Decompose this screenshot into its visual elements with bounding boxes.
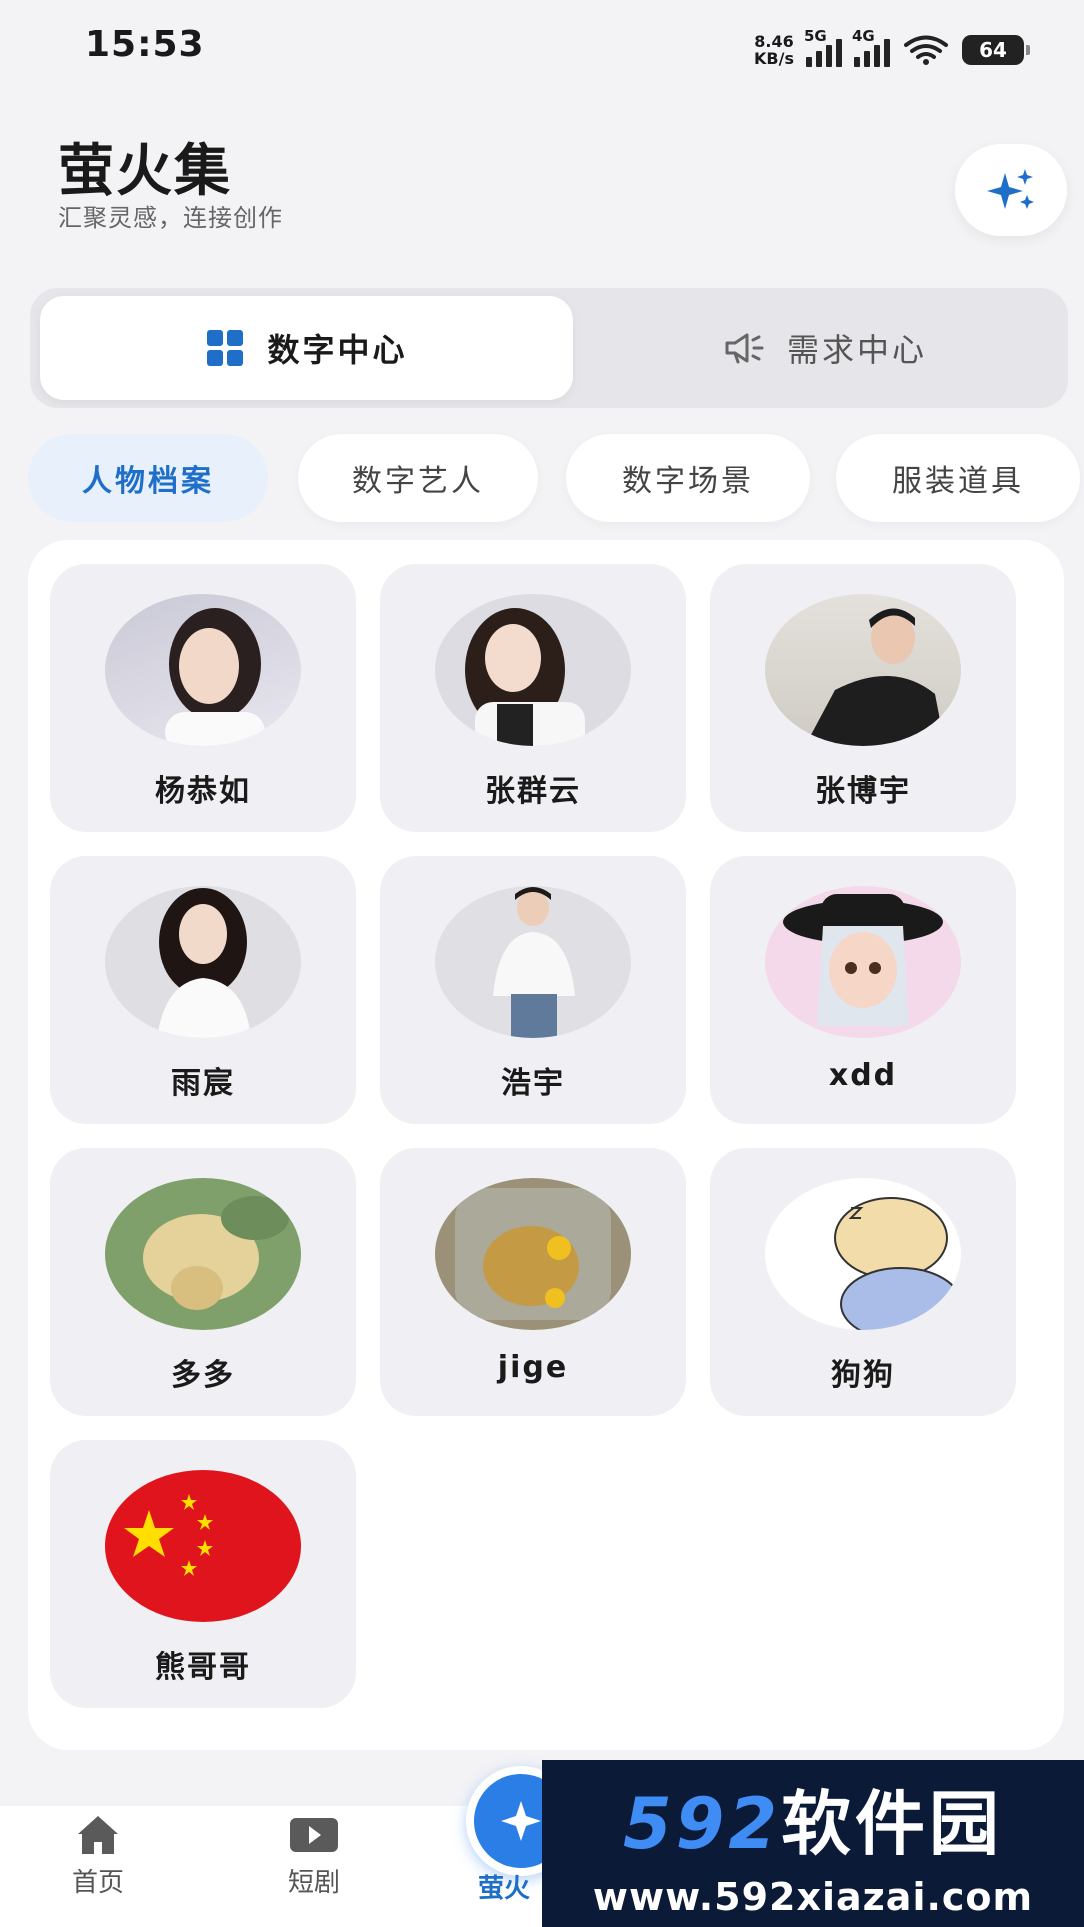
- person-card[interactable]: 狗狗: [710, 1148, 1016, 1416]
- person-card[interactable]: xdd: [710, 856, 1016, 1124]
- chip-label: 人物档案: [82, 464, 214, 499]
- network-speed: 8.46 KB/s: [754, 33, 794, 67]
- page-title: 萤火集: [58, 139, 232, 204]
- nav-home[interactable]: 首页: [38, 1812, 158, 1899]
- status-icons: 8.46 KB/s 5G 4G 64: [754, 27, 1030, 70]
- avatar: [435, 886, 631, 1038]
- category-chips: 人物档案 数字艺人 数字场景 服装道具: [28, 430, 1084, 526]
- person-name: 张博宇: [815, 774, 911, 809]
- sparkle-icon: [501, 1801, 541, 1841]
- person-name: jige: [497, 1350, 569, 1385]
- signal-4g-label: 4G: [852, 27, 875, 45]
- person-name: xdd: [828, 1058, 898, 1093]
- avatar: [105, 886, 301, 1038]
- play-video-icon: [290, 1818, 338, 1852]
- chip-label: 数字艺人: [352, 464, 484, 499]
- chip-digital-scene[interactable]: 数字场景: [566, 434, 810, 522]
- grid-icon: [207, 330, 244, 366]
- megaphone-icon: [725, 333, 764, 364]
- nav-drama[interactable]: 短剧: [254, 1812, 374, 1899]
- avatar: [765, 594, 961, 746]
- person-name: 浩宇: [501, 1066, 565, 1101]
- avatar: [105, 1470, 301, 1622]
- status-bar: 15:53 8.46 KB/s 5G 4G 64: [0, 0, 1084, 90]
- person-name: 张群云: [485, 774, 581, 809]
- tab-demand-center-label: 需求中心: [786, 331, 927, 369]
- watermark-logo: 592软件园: [623, 1768, 1003, 1869]
- wifi-icon: [904, 35, 948, 65]
- signal-5g-label: 5G: [804, 27, 827, 45]
- person-card[interactable]: 雨宸: [50, 856, 356, 1124]
- avatar: [435, 1178, 631, 1330]
- chip-label: 服装道具: [892, 464, 1024, 499]
- home-icon: [78, 1816, 118, 1854]
- tab-digital-center[interactable]: 数字中心: [40, 296, 573, 400]
- person-card[interactable]: 多多: [50, 1148, 356, 1416]
- nav-drama-label: 短剧: [287, 1868, 340, 1898]
- watermark-url: www.592xiazai.com: [592, 1875, 1034, 1919]
- person-name: 狗狗: [831, 1358, 895, 1393]
- person-name: 杨恭如: [155, 774, 251, 809]
- nav-firefly-label: 萤火: [478, 1874, 531, 1904]
- person-name: 熊哥哥: [155, 1650, 251, 1685]
- network-speed-value: 8.46: [754, 32, 794, 51]
- person-card[interactable]: 张博宇: [710, 564, 1016, 832]
- network-speed-unit: KB/s: [754, 49, 794, 68]
- avatar: [435, 594, 631, 746]
- sparkle-button[interactable]: [955, 144, 1067, 236]
- signal-5g-icon: 5G: [804, 27, 842, 67]
- avatar: [105, 594, 301, 746]
- person-card[interactable]: 杨恭如: [50, 564, 356, 832]
- watermark-logo-number: 592: [622, 1783, 782, 1865]
- tab-demand-center[interactable]: 需求中心: [590, 296, 1060, 400]
- person-grid: 杨恭如 张群云 张博宇 雨宸 浩宇 xdd 多多 jige 狗狗 熊哥哥: [50, 564, 1050, 1708]
- segment-tabs: 数字中心 需求中心: [30, 288, 1068, 408]
- battery-icon: 64: [962, 35, 1030, 65]
- signal-4g-icon: 4G: [852, 27, 890, 67]
- content-card: 杨恭如 张群云 张博宇 雨宸 浩宇 xdd 多多 jige 狗狗 熊哥哥: [28, 540, 1064, 1750]
- nav-home-label: 首页: [71, 1868, 124, 1898]
- chip-digital-artist[interactable]: 数字艺人: [298, 434, 538, 522]
- person-card[interactable]: 熊哥哥: [50, 1440, 356, 1708]
- chip-costume-props[interactable]: 服装道具: [836, 434, 1080, 522]
- person-card[interactable]: jige: [380, 1148, 686, 1416]
- tab-digital-center-label: 数字中心: [267, 331, 408, 369]
- avatar: [105, 1178, 301, 1330]
- person-name: 雨宸: [171, 1066, 235, 1101]
- watermark-logo-text: 软件园: [781, 1783, 1004, 1865]
- avatar: [765, 1178, 961, 1330]
- person-card[interactable]: 浩宇: [380, 856, 686, 1124]
- chip-label: 数字场景: [622, 464, 754, 499]
- watermark: 592软件园 www.592xiazai.com: [542, 1760, 1084, 1927]
- page-subtitle: 汇聚灵感，连接创作: [58, 204, 283, 232]
- person-name: 多多: [171, 1358, 235, 1393]
- status-time: 15:53: [85, 24, 205, 65]
- avatar: [765, 886, 961, 1038]
- sparkle-icon: [987, 169, 1034, 209]
- chip-person-profile[interactable]: 人物档案: [28, 434, 268, 522]
- battery-level: 64: [979, 38, 1007, 62]
- person-card[interactable]: 张群云: [380, 564, 686, 832]
